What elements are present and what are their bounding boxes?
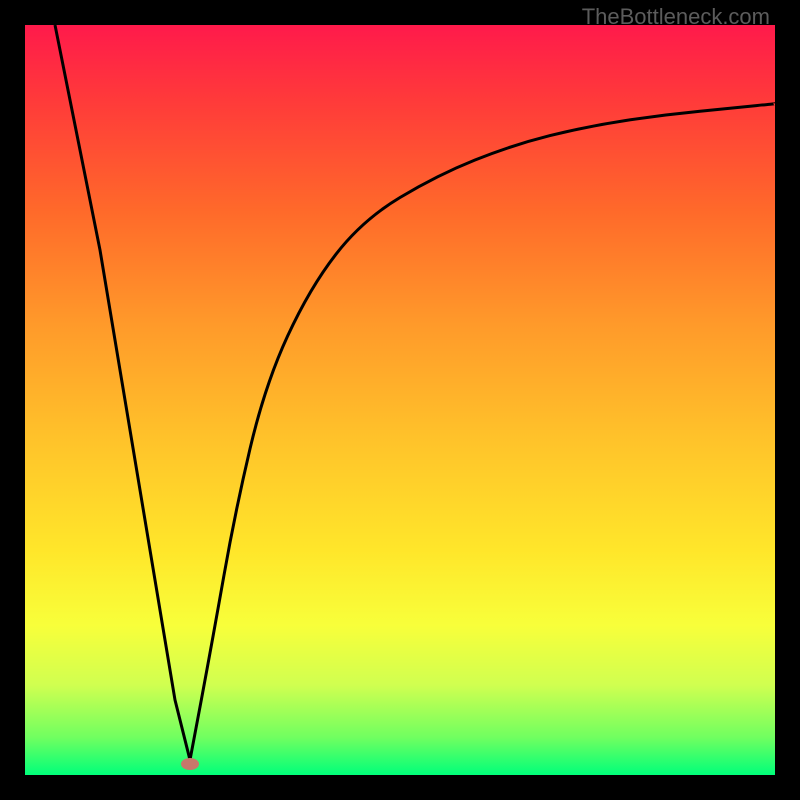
chart-plot-area (25, 25, 775, 775)
watermark-text: TheBottleneck.com (582, 4, 770, 30)
chart-marker-point (181, 758, 199, 770)
chart-curve (25, 25, 775, 775)
